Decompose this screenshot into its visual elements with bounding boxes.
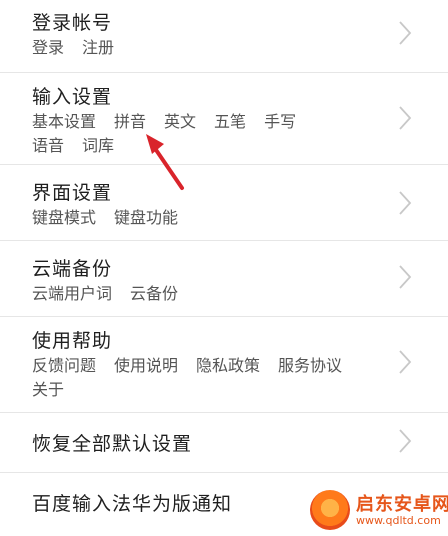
row-subtitle: 反馈问题 使用说明 隐私政策 服务协议关于 <box>32 354 382 402</box>
sub-item-wubi: 五笔 <box>214 112 247 131</box>
row-title: 百度输入法华为版通知 <box>32 493 233 515</box>
chevron-right-icon <box>398 105 412 131</box>
row-title: 登录帐号 <box>32 12 113 34</box>
settings-row-input[interactable]: 输入设置 基本设置 拼音 英文 五笔 手写 语音 词库 <box>0 72 448 165</box>
sub-item-voice: 语音 <box>32 136 65 155</box>
sub-item-service: 服务协议 <box>278 356 343 375</box>
row-subtitle: 基本设置 拼音 英文 五笔 手写 语音 词库 <box>32 110 382 158</box>
row-subtitle: 云端用户词 云备份 <box>32 282 382 306</box>
watermark: 启东安卓网 www.qdltd.com <box>310 486 448 532</box>
settings-row-cloud-backup[interactable]: 云端备份 云端用户词 云备份 <box>0 240 448 317</box>
sub-item-english: 英文 <box>164 112 197 131</box>
sub-item-keyboard-function: 键盘功能 <box>114 208 179 227</box>
row-subtitle: 键盘模式 键盘功能 <box>32 206 382 230</box>
sub-item-handwriting: 手写 <box>264 112 297 131</box>
watermark-logo-icon <box>310 490 350 530</box>
chevron-right-icon <box>398 20 412 46</box>
row-subtitle: 登录 注册 <box>32 36 382 60</box>
settings-row-reset[interactable]: 恢复全部默认设置 <box>0 412 448 473</box>
watermark-name: 启东安卓网 <box>356 494 448 515</box>
sub-item-cloud-words: 云端用户词 <box>32 284 113 303</box>
annotation-arrow <box>146 134 184 190</box>
settings-row-login[interactable]: 登录帐号 登录 注册 <box>0 0 448 73</box>
row-title: 界面设置 <box>32 182 113 204</box>
row-title: 云端备份 <box>32 258 113 280</box>
chevron-right-icon <box>398 428 412 454</box>
row-title: 使用帮助 <box>32 330 113 352</box>
sub-item-instructions: 使用说明 <box>114 356 179 375</box>
sub-item-login: 登录 <box>32 38 65 57</box>
sub-item-lexicon: 词库 <box>82 136 115 155</box>
row-title: 恢复全部默认设置 <box>32 433 193 455</box>
sub-item-cloud-backup: 云备份 <box>130 284 179 303</box>
sub-item-privacy: 隐私政策 <box>196 356 261 375</box>
sub-item-keyboard-mode: 键盘模式 <box>32 208 97 227</box>
sub-item-about: 关于 <box>32 380 65 399</box>
sub-item-pinyin: 拼音 <box>114 112 147 131</box>
settings-row-help[interactable]: 使用帮助 反馈问题 使用说明 隐私政策 服务协议关于 <box>0 316 448 413</box>
chevron-right-icon <box>398 264 412 290</box>
sub-item-register: 注册 <box>82 38 115 57</box>
sub-item-basic: 基本设置 <box>32 112 97 131</box>
settings-row-interface[interactable]: 界面设置 键盘模式 键盘功能 <box>0 164 448 241</box>
watermark-url: www.qdltd.com <box>356 514 441 527</box>
chevron-right-icon <box>398 190 412 216</box>
chevron-right-icon <box>398 349 412 375</box>
row-title: 输入设置 <box>32 86 113 108</box>
sub-item-feedback: 反馈问题 <box>32 356 97 375</box>
